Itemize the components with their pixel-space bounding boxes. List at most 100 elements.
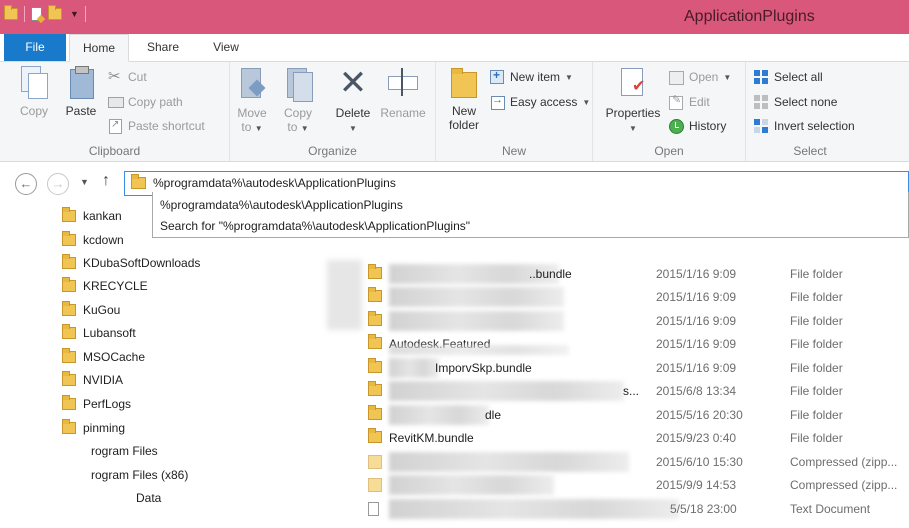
folder-icon <box>368 405 382 420</box>
nav-item-lubansoft[interactable]: Lubansoft <box>62 324 136 340</box>
nav-item-program-files-x86[interactable]: rogram Files (x86) <box>91 468 188 482</box>
file-date: 2015/1/16 9:09 <box>656 290 737 304</box>
folder-icon <box>62 371 76 386</box>
properties-button[interactable]: Properties ▼ <box>601 66 665 136</box>
tab-file[interactable]: File <box>4 34 66 61</box>
quick-access-toolbar: ▼ <box>4 5 86 22</box>
address-input[interactable] <box>153 173 893 193</box>
nav-item-label: KDubaSoftDownloads <box>83 256 201 270</box>
file-name: s... <box>623 384 640 398</box>
invert-selection-button[interactable]: Invert selection <box>754 119 855 133</box>
nav-item-perflogs[interactable]: PerfLogs <box>62 395 132 411</box>
cut-button[interactable]: Cut <box>108 67 147 85</box>
easy-access-button[interactable]: Easy access ▼ <box>490 94 590 110</box>
copy-path-button[interactable]: Copy path <box>108 95 183 109</box>
file-date: 2015/9/23 0:40 <box>656 431 737 445</box>
redacted-name <box>389 311 564 331</box>
folder-icon <box>368 264 382 279</box>
toolbar-divider <box>24 6 25 22</box>
nav-item-label: rogram Files <box>91 444 158 458</box>
select-all-label: Select all <box>774 70 823 84</box>
tab-home[interactable]: Home <box>69 34 129 62</box>
suggestion-path[interactable]: %programdata%\autodesk\ApplicationPlugin… <box>160 198 403 212</box>
nav-item-label: PerfLogs <box>83 397 132 411</box>
tab-view[interactable]: View <box>198 34 254 62</box>
file-type: File folder <box>790 361 843 375</box>
new-folder-icon[interactable] <box>48 5 62 20</box>
copy-button[interactable]: Copy <box>14 66 54 118</box>
file-type: File folder <box>790 408 843 422</box>
invert-selection-label: Invert selection <box>774 119 855 133</box>
select-all-button[interactable]: Select all <box>754 70 823 84</box>
file-row[interactable]: 2015/1/16 9:09 File folder <box>325 310 909 333</box>
properties-icon <box>618 66 648 100</box>
new-folder-button[interactable]: New folder <box>442 66 486 132</box>
new-folder-label-line2: folder <box>448 118 480 132</box>
tab-share[interactable]: Share <box>135 34 191 62</box>
file-row[interactable]: 5/5/18 23:00 Text Document <box>325 498 909 521</box>
file-name: ImporvSkp.bundle <box>435 361 532 375</box>
nav-item-kcdown[interactable]: kcdown <box>62 231 124 247</box>
folder-icon <box>368 334 382 349</box>
file-row[interactable]: s... 2015/6/8 13:34 File folder <box>325 380 909 403</box>
file-date: 2015/1/16 9:09 <box>656 267 737 281</box>
delete-button[interactable]: ✕ Delete ▼ <box>330 66 376 136</box>
redacted-name <box>389 358 439 378</box>
redacted-name <box>389 381 624 401</box>
paste-button[interactable]: Paste <box>60 66 102 118</box>
folder-icon[interactable] <box>4 5 18 20</box>
chevron-down-icon: ▼ <box>349 124 357 133</box>
move-to-button[interactable]: Move to ▼ <box>232 66 272 136</box>
invert-selection-icon <box>754 119 769 133</box>
file-row[interactable]: 2015/6/10 15:30 Compressed (zipp... <box>325 451 909 474</box>
open-button[interactable]: Open ▼ <box>669 70 731 85</box>
file-type: Compressed (zipp... <box>790 455 898 469</box>
file-row[interactable]: ..bundle 2015/1/16 9:09 File folder <box>325 263 909 286</box>
select-none-button[interactable]: Select none <box>754 95 837 109</box>
nav-item-msocache[interactable]: MSOCache <box>62 348 146 364</box>
nav-item-data[interactable]: Data <box>136 491 161 505</box>
chevron-down-icon[interactable]: ▼ <box>80 177 89 187</box>
chevron-down-icon: ▼ <box>300 124 309 133</box>
history-button[interactable]: History <box>669 119 726 134</box>
back-arrow-icon[interactable]: ← <box>15 173 37 195</box>
copy-to-button[interactable]: Copy to ▼ <box>278 66 318 136</box>
chevron-down-icon: ▼ <box>254 124 263 133</box>
file-row[interactable]: ImporvSkp.bundle 2015/1/16 9:09 File fol… <box>325 357 909 380</box>
folder-icon <box>368 311 382 326</box>
paste-shortcut-button[interactable]: Paste shortcut <box>108 119 205 134</box>
nav-item-program-files[interactable]: rogram Files <box>91 444 158 458</box>
customize-toolbar-chevron-icon[interactable]: ▼ <box>70 9 79 19</box>
rename-label: Rename <box>380 106 426 120</box>
file-row[interactable]: 2015/1/16 9:09 File folder <box>325 286 909 309</box>
file-row[interactable]: Autodesk.Featured 2015/1/16 9:09 File fo… <box>325 333 909 356</box>
nav-item-kankan[interactable]: kankan <box>62 207 122 223</box>
nav-item-kugou[interactable]: KuGou <box>62 301 120 317</box>
delete-label: Delete <box>335 106 371 120</box>
move-to-label-line2: to <box>241 120 252 134</box>
clipboard-group: Copy Paste Cut Copy path Paste shortcut … <box>0 62 230 161</box>
nav-item-label: MSOCache <box>83 350 146 364</box>
history-icon <box>669 119 684 134</box>
nav-item-kdubasoftdownloads[interactable]: KDubaSoftDownloads <box>62 254 201 270</box>
nav-item-krecycle[interactable]: KRECYCLE <box>62 277 148 293</box>
easy-access-label: Easy access <box>510 95 578 109</box>
up-arrow-icon[interactable]: ↑ <box>102 172 110 190</box>
nav-item-label: NVIDIA <box>83 373 124 387</box>
file-row[interactable]: dle 2015/5/16 20:30 File folder <box>325 404 909 427</box>
organize-group-label: Organize <box>308 144 357 158</box>
forward-arrow-icon[interactable]: → <box>47 173 69 195</box>
properties-icon[interactable] <box>31 7 42 21</box>
file-row[interactable]: 2015/9/9 14:53 Compressed (zipp... <box>325 474 909 497</box>
edit-button[interactable]: Edit <box>669 93 710 110</box>
suggestion-search[interactable]: Search for "%programdata%\autodesk\Appli… <box>160 219 470 233</box>
new-item-button[interactable]: New item ▼ <box>490 68 573 84</box>
file-row[interactable]: RevitKM.bundle 2015/9/23 0:40 File folde… <box>325 427 909 450</box>
address-suggestions: %programdata%\autodesk\ApplicationPlugin… <box>152 192 909 238</box>
nav-item-pinming[interactable]: pinming <box>62 419 125 435</box>
file-type: File folder <box>790 384 843 398</box>
rename-button[interactable]: Rename <box>378 66 428 120</box>
nav-item-nvidia[interactable]: NVIDIA <box>62 371 124 387</box>
redacted-name <box>389 405 489 425</box>
copy-icon <box>21 66 48 99</box>
